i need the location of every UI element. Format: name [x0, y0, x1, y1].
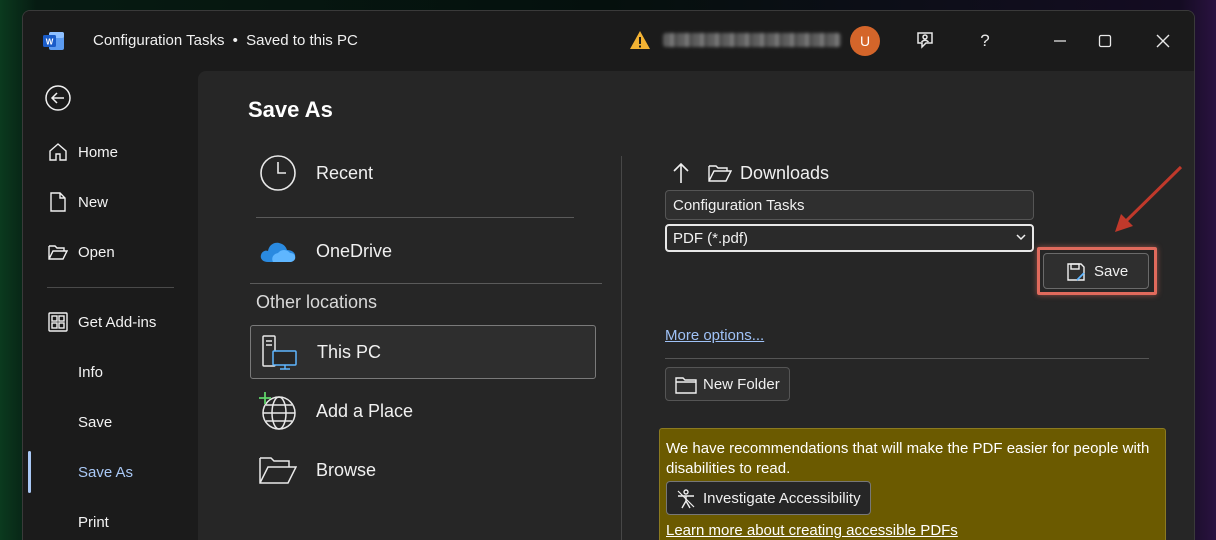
word-window: W Configuration Tasks • Saved to this PC…	[22, 10, 1195, 540]
feedback-icon	[917, 32, 933, 49]
save-button[interactable]: Save	[1043, 253, 1149, 289]
annotation-arrow	[1115, 165, 1183, 232]
save-icon	[1067, 263, 1085, 281]
document-title: Configuration Tasks • Saved to this PC	[93, 32, 358, 49]
maximize-button[interactable]	[1090, 26, 1120, 56]
location-label: Add a Place	[316, 400, 414, 421]
close-button[interactable]	[1148, 26, 1178, 56]
location-onedrive[interactable]: OneDrive	[250, 224, 596, 278]
other-locations-heading: Other locations	[256, 292, 378, 312]
more-options-divider	[665, 358, 1149, 359]
folder-icon	[675, 377, 697, 394]
document-name: Configuration Tasks	[93, 32, 225, 49]
up-one-level-icon[interactable]	[671, 162, 691, 184]
browse-folder-icon	[258, 450, 298, 490]
learn-more-accessible-pdfs-link[interactable]: Learn more about creating accessible PDF…	[666, 522, 958, 539]
nav-divider	[47, 287, 174, 288]
nav-label: Home	[78, 143, 119, 161]
maximize-icon	[1098, 34, 1112, 48]
location-divider	[256, 217, 574, 218]
avatar[interactable]: U	[850, 26, 880, 56]
add-ins-icon	[47, 311, 69, 333]
nav-item-open[interactable]: Open	[23, 232, 198, 272]
globe-add-icon	[258, 391, 298, 431]
this-pc-icon	[259, 332, 299, 372]
nav-label: Save As	[78, 463, 134, 481]
accessibility-recommendation: We have recommendations that will make t…	[659, 428, 1166, 540]
panel-divider	[621, 156, 622, 540]
new-folder-label: New Folder	[703, 376, 780, 393]
location-recent[interactable]: Recent	[250, 146, 596, 200]
minimize-button[interactable]	[1045, 26, 1075, 56]
nav-label: Get Add-ins	[78, 313, 157, 331]
title-separator: •	[232, 32, 238, 49]
nav-item-print[interactable]: Print	[23, 502, 198, 540]
save-status: Saved to this PC	[246, 32, 358, 49]
svg-text:W: W	[46, 38, 54, 47]
current-folder-name[interactable]: Downloads	[740, 163, 829, 184]
nav-label: Print	[78, 513, 109, 531]
investigate-accessibility-label: Investigate Accessibility	[703, 490, 861, 507]
location-divider	[250, 283, 602, 284]
filename-input[interactable]	[665, 190, 1034, 220]
back-arrow-icon	[45, 85, 71, 111]
page-title: Save As	[248, 97, 333, 122]
file-type-value: PDF (*.pdf)	[673, 229, 749, 247]
save-as-page: Save As Recent OneDrive Other locations …	[198, 71, 1194, 540]
nav-item-save-as[interactable]: Save As	[23, 452, 198, 492]
location-browse[interactable]: Browse	[250, 443, 596, 497]
chevron-down-icon	[1016, 234, 1026, 241]
nav-item-new[interactable]: New	[23, 182, 198, 222]
file-type-select[interactable]: PDF (*.pdf)	[665, 224, 1034, 252]
warning-icon[interactable]	[629, 30, 651, 50]
nav-label: Save	[78, 413, 113, 431]
nav-item-save[interactable]: Save	[23, 402, 198, 442]
account-name[interactable]	[663, 33, 841, 47]
home-icon	[47, 141, 69, 163]
more-options-link[interactable]: More options...	[665, 327, 764, 344]
word-app-icon: W	[43, 32, 64, 50]
nav-label: Open	[78, 243, 115, 261]
nav-item-get-add-ins[interactable]: Get Add-ins	[23, 302, 198, 342]
help-button[interactable]: ?	[970, 26, 1000, 56]
backstage-nav: Home New Open Get Add-ins Info Save Save…	[23, 71, 198, 540]
location-this-pc[interactable]: This PC	[250, 325, 596, 379]
nav-item-home[interactable]: Home	[23, 132, 198, 172]
folder-icon	[708, 165, 732, 182]
feedback-button[interactable]	[910, 26, 940, 56]
back-button[interactable]	[43, 83, 73, 113]
minimize-icon	[1054, 40, 1066, 42]
onedrive-cloud-icon	[258, 231, 298, 271]
location-label: Recent	[316, 162, 374, 183]
location-label: Browse	[316, 459, 377, 480]
location-add-a-place[interactable]: Add a Place	[250, 384, 596, 438]
new-document-icon	[47, 191, 69, 213]
location-label: OneDrive	[316, 240, 393, 261]
clock-icon	[258, 153, 298, 193]
investigate-accessibility-button[interactable]: Investigate Accessibility	[666, 481, 871, 515]
title-bar: W Configuration Tasks • Saved to this PC…	[23, 11, 1194, 71]
nav-item-info[interactable]: Info	[23, 352, 198, 392]
nav-label: Info	[78, 363, 104, 381]
open-folder-icon	[47, 241, 69, 263]
accessibility-message: We have recommendations that will make t…	[666, 440, 1150, 477]
accessibility-icon	[677, 489, 695, 509]
location-label: This PC	[317, 341, 382, 362]
new-folder-button[interactable]: New Folder	[665, 367, 790, 401]
save-label: Save	[1094, 263, 1129, 280]
close-icon	[1156, 34, 1170, 48]
nav-label: New	[78, 193, 109, 211]
